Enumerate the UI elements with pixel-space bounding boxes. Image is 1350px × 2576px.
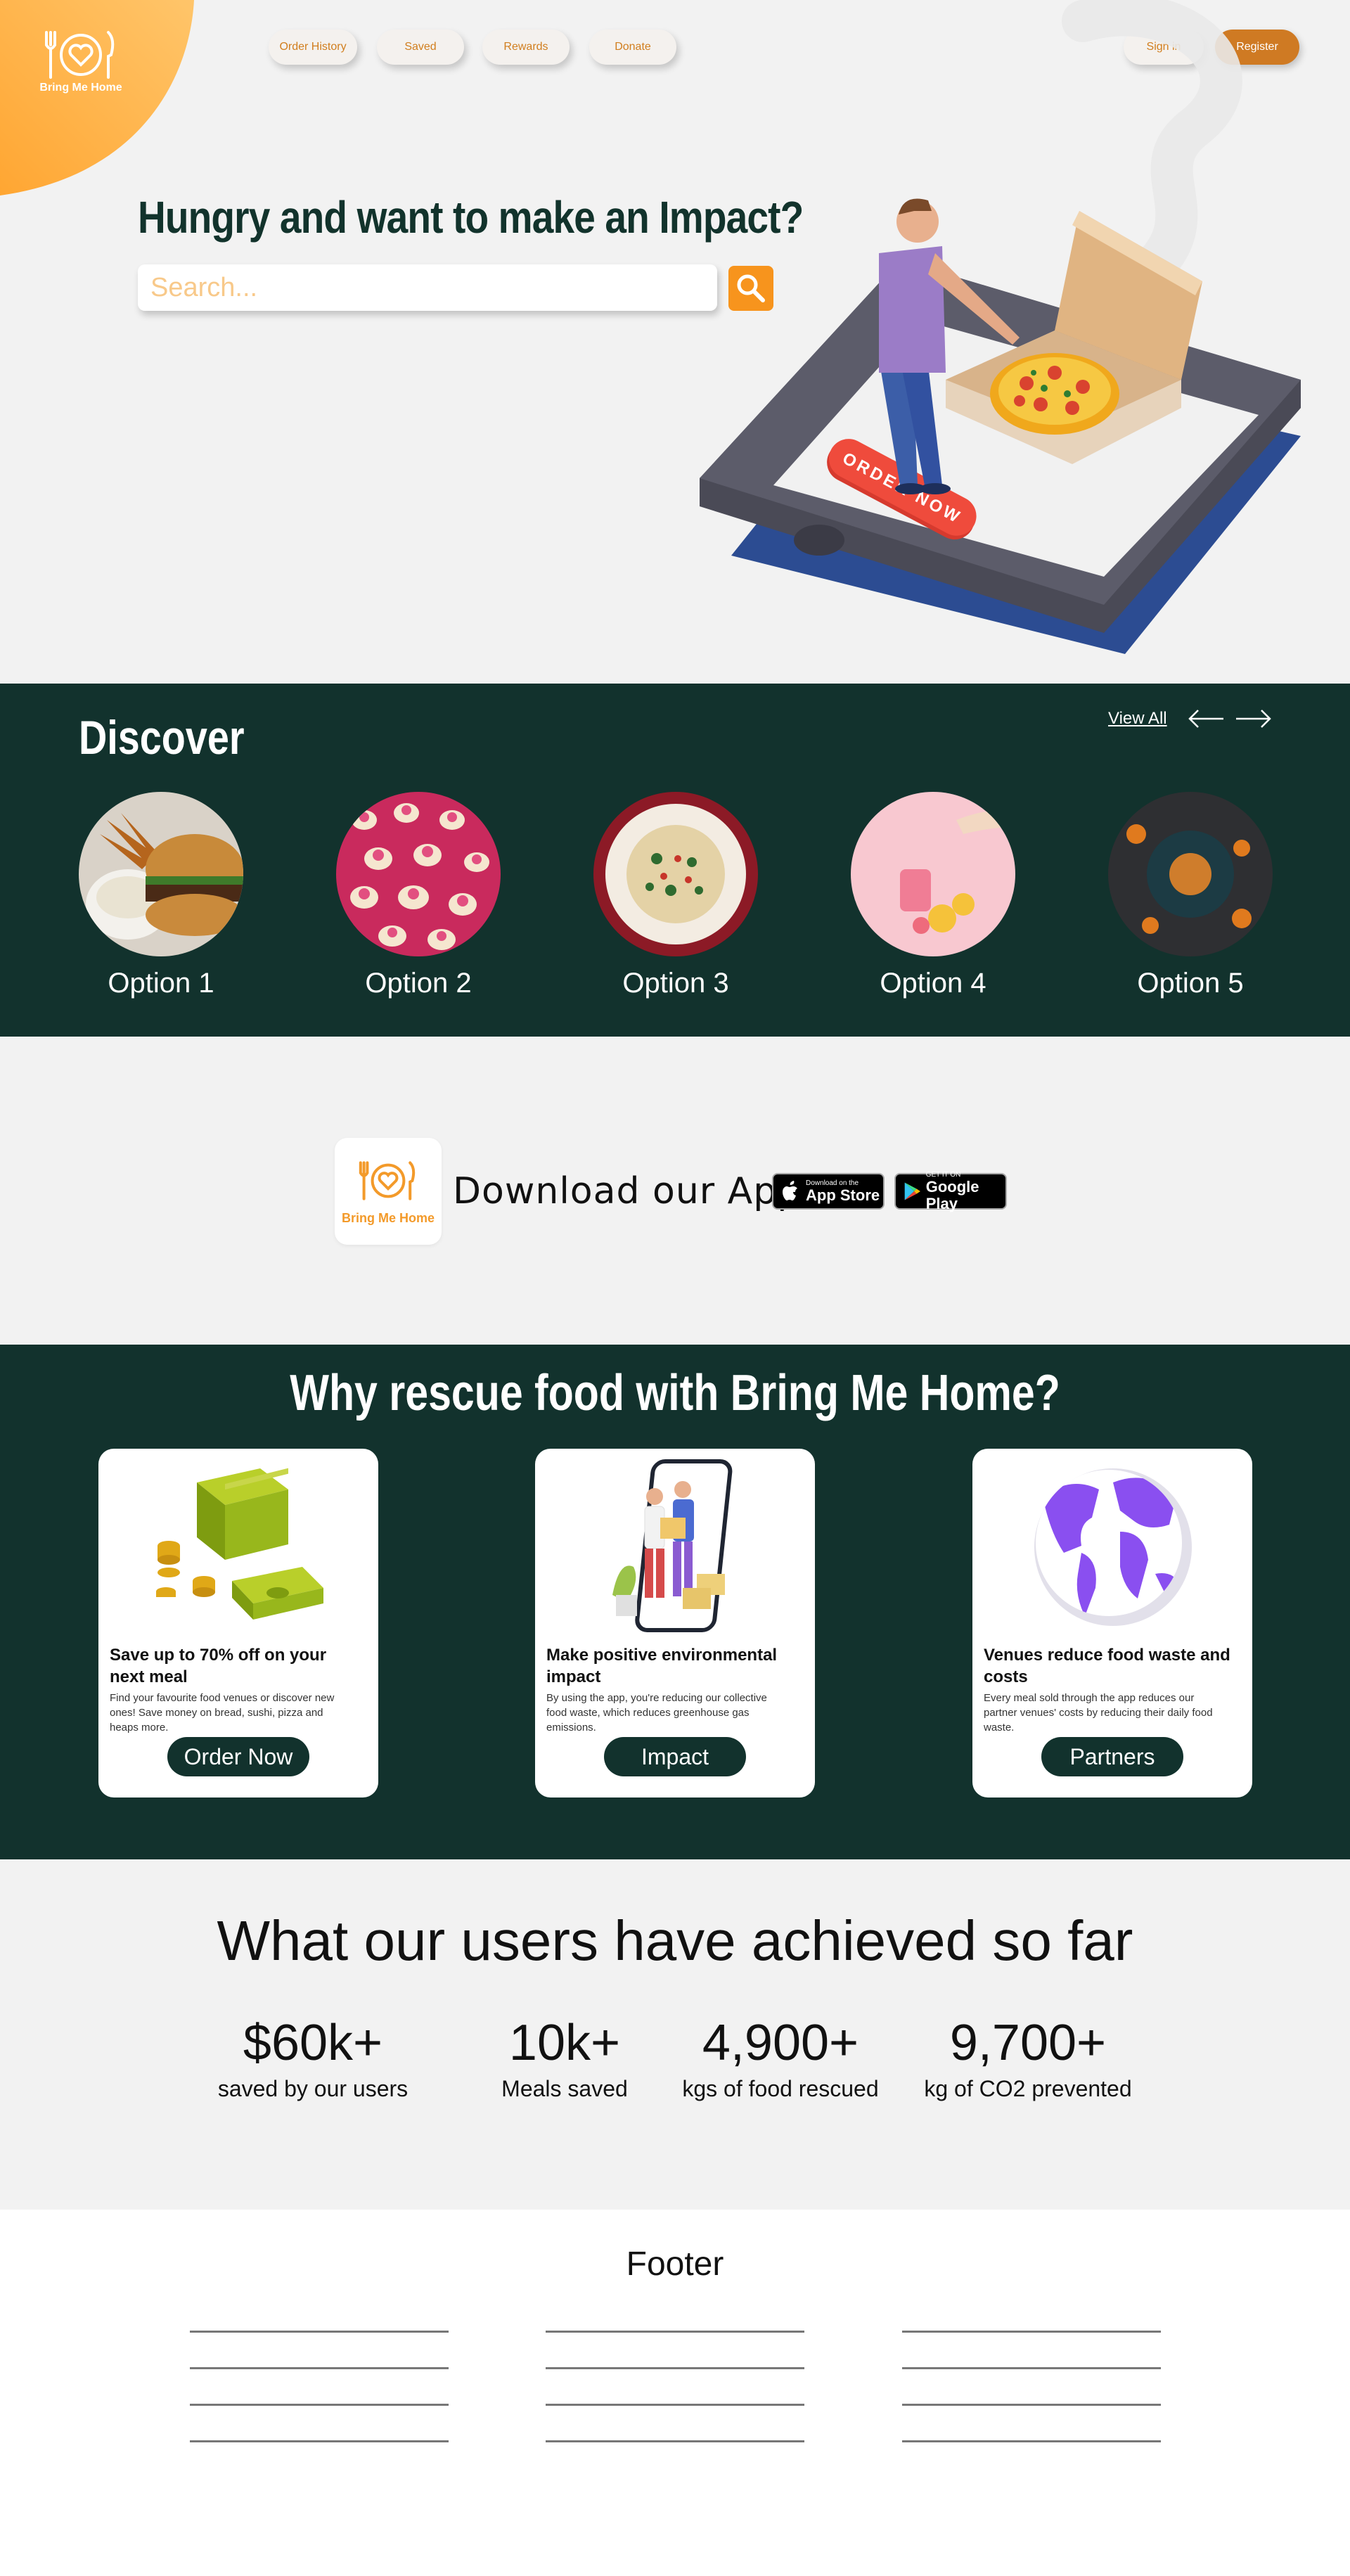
discover-option-label: Option 2 [365,968,472,999]
stat-food-rescued: 4,900+ kgs of food rescued [675,2014,886,2102]
discover-option-4[interactable]: Option 4 [851,792,1015,999]
discover-section: Discover View All Option 1 Option 2 Opti… [0,684,1350,1037]
logo-text: Bring Me Home [39,82,122,94]
search-input[interactable] [138,264,717,311]
hero-illustration: ORDER NOW [700,0,1301,654]
stat-value: 10k+ [508,2015,621,2071]
nav-saved[interactable]: Saved [377,30,464,65]
download-app-heading: Download our App [453,1170,802,1212]
stat-meals-saved: 10k+ Meals saved [485,2014,644,2102]
card-description: Find your favourite food venues or disco… [110,1692,335,1734]
nav-donate[interactable]: Donate [589,30,676,65]
app-icon-label: Bring Me Home [341,1211,435,1225]
google-play-icon [904,1182,920,1200]
footer: Footer [0,2210,1350,2576]
app-store-badge[interactable]: Download on the App Store [772,1173,885,1210]
footer-link-placeholder[interactable] [546,2367,804,2369]
drinks-image [851,792,1015,956]
footer-link-placeholder[interactable] [902,2367,1161,2369]
footer-link-placeholder[interactable] [546,2331,804,2333]
stat-label: kg of CO2 prevented [924,2076,1132,2101]
discover-option-label: Option 4 [880,968,986,999]
benefit-card-partners: Venues reduce food waste and costs Every… [972,1449,1252,1798]
discover-option-5[interactable]: Option 5 [1108,792,1273,999]
discover-option-label: Option 1 [108,968,214,999]
delivery-people-illustration [612,1459,733,1632]
why-section: Why rescue food with Bring Me Home? Save… [0,1345,1350,1859]
footer-link-placeholder[interactable] [190,2404,449,2406]
stats-section: What our users have achieved so far $60k… [0,1859,1350,2210]
impact-button[interactable]: Impact [604,1737,746,1776]
arrow-left-icon[interactable] [1187,705,1225,733]
stat-label: saved by our users [217,2076,409,2101]
pastries-image [336,792,501,956]
card-title: Make positive environmental impact [546,1646,778,1686]
logo[interactable]: Bring Me Home [35,25,127,103]
footer-link-placeholder[interactable] [902,2404,1161,2406]
footer-link-placeholder[interactable] [902,2440,1161,2442]
footer-link-placeholder[interactable] [190,2440,449,2442]
nav-rewards[interactable]: Rewards [482,30,570,65]
benefit-card-impact: Make positive environmental impact By us… [535,1449,815,1798]
apple-icon [783,1181,797,1200]
card-title: Venues reduce food waste and costs [984,1646,1230,1686]
discover-option-label: Option 3 [622,968,729,999]
order-now-button[interactable]: Order Now [167,1737,309,1776]
burger-image [79,792,243,956]
partners-button[interactable]: Partners [1041,1737,1183,1776]
discover-option-3[interactable]: Option 3 [593,792,758,999]
discover-option-2[interactable]: Option 2 [336,792,501,999]
stat-value: 4,900+ [702,2015,859,2071]
footer-title: Footer [626,2245,724,2283]
card-description: By using the app, you're reducing our co… [546,1692,767,1734]
footer-link-placeholder[interactable] [190,2331,449,2333]
logo-fork-heart-knife-icon [45,31,115,79]
money-stack-illustration [156,1468,323,1620]
stat-money-saved: $60k+ saved by our users [211,2014,415,2102]
footer-link-placeholder[interactable] [190,2367,449,2369]
stat-value: $60k+ [243,2015,383,2071]
arrow-right-icon[interactable] [1235,705,1273,733]
app-store-big-text: App Store [806,1186,880,1204]
download-app-section: Bring Me Home Download our App Download … [0,1037,1350,1345]
stat-label: Meals saved [501,2076,628,2101]
footer-link-placeholder[interactable] [546,2440,804,2442]
card-title: Save up to 70% off on your next meal [110,1646,327,1686]
discover-option-label: Option 5 [1137,968,1244,999]
google-play-small-text: GET IT ON [925,1170,961,1179]
view-all-link[interactable]: View All [1108,709,1167,729]
why-title: Why rescue food with Bring Me Home? [290,1365,1060,1421]
app-store-small-text: Download on the [806,1179,859,1187]
nav-order-history[interactable]: Order History [269,30,357,65]
footer-link-placeholder[interactable] [902,2331,1161,2333]
footer-link-placeholder[interactable] [546,2404,804,2406]
stat-co2-prevented: 9,700+ kg of CO2 prevented [915,2014,1140,2102]
google-play-badge[interactable]: GET IT ON Google Play [894,1170,1007,1212]
pasta-plate-image [593,792,758,956]
google-play-big-text: Google Play [925,1177,979,1212]
benefit-card-savings: Save up to 70% off on your next meal Fin… [98,1449,378,1798]
logo-fork-heart-knife-icon [359,1161,416,1200]
card-description: Every meal sold through the app reduces … [984,1692,1213,1734]
stat-value: 9,700+ [949,2015,1107,2071]
stat-label: kgs of food rescued [682,2076,879,2101]
hero-section: Bring Me Home Order History Saved Reward… [0,0,1350,684]
stats-title: What our users have achieved so far [217,1909,1133,1972]
dessert-image [1108,792,1273,956]
discover-option-1[interactable]: Option 1 [79,792,243,999]
discover-title: Discover [79,711,245,764]
app-icon: Bring Me Home [335,1138,442,1245]
globe-illustration [1034,1468,1192,1626]
